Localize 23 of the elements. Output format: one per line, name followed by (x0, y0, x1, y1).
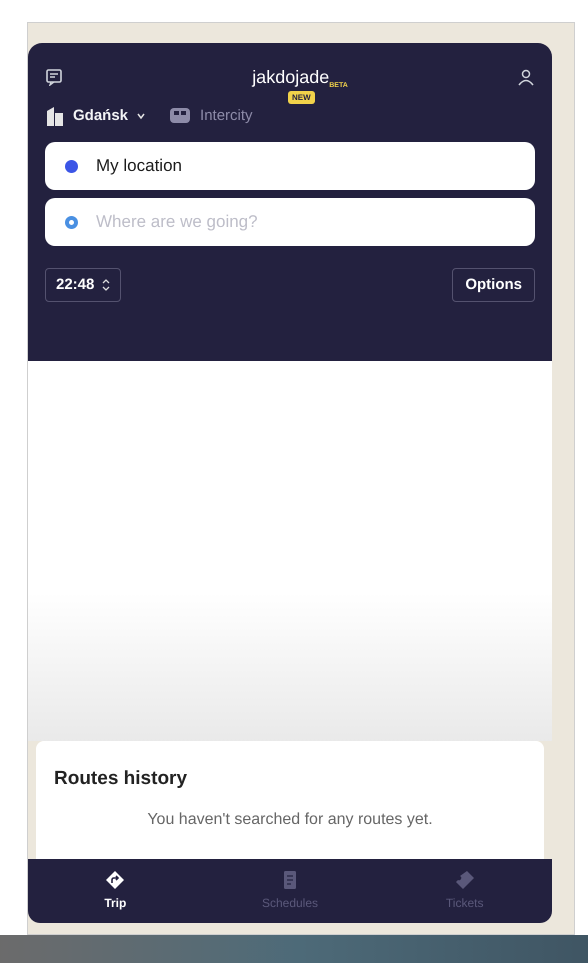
time-selector[interactable]: 22:48 (45, 268, 122, 302)
destination-input[interactable]: Where are we going? (96, 209, 515, 235)
city-selector[interactable]: Gdańsk (45, 104, 146, 128)
ticket-icon (454, 870, 475, 890)
empty-history-message: You haven't searched for any routes yet. (146, 810, 434, 830)
up-down-icon (102, 279, 110, 291)
destination-field[interactable]: Where are we going? (45, 198, 535, 246)
document-icon (283, 870, 297, 890)
diamond-arrow-icon (105, 870, 126, 890)
buildings-icon (45, 105, 65, 127)
origin-field[interactable]: My location (45, 142, 535, 190)
nav-tab[interactable]: Trip (28, 859, 203, 923)
routes-history-title: Routes history (54, 767, 188, 791)
options-button[interactable]: Options (452, 268, 535, 302)
origin-value: My location (96, 155, 182, 178)
message-icon[interactable] (45, 68, 63, 86)
intercity-tab[interactable]: Intercity (168, 104, 253, 128)
user-icon[interactable] (516, 68, 535, 86)
destination-ring-icon (65, 216, 78, 228)
new-badge: NEW (288, 90, 315, 104)
train-icon (168, 106, 192, 126)
chevron-down-icon (136, 111, 146, 121)
app-logo: jakdojade (252, 68, 330, 86)
